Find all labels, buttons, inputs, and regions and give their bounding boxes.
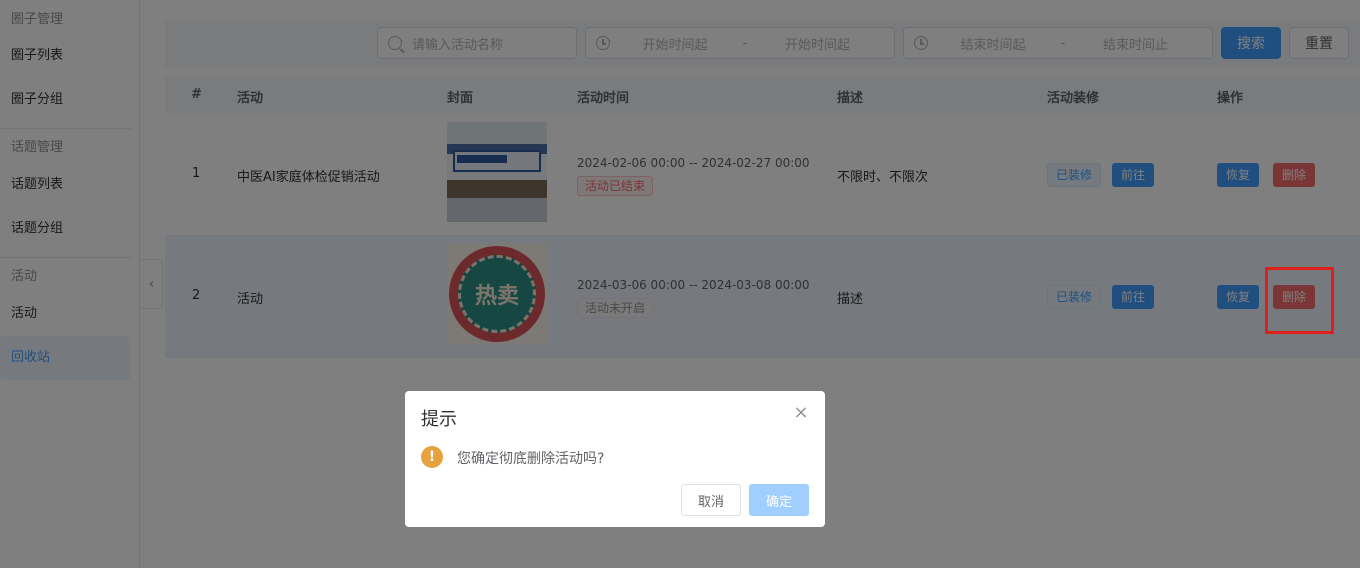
delete-button-highlight [1265, 267, 1334, 334]
close-icon[interactable]: × [793, 404, 809, 422]
warning-icon: ! [421, 446, 443, 468]
confirm-dialog: 提示 × ! 您确定彻底删除活动吗? 取消 确定 [405, 391, 825, 527]
confirm-button[interactable]: 确定 [749, 484, 809, 516]
dialog-message: 您确定彻底删除活动吗? [457, 451, 605, 467]
cancel-button[interactable]: 取消 [681, 484, 741, 516]
dialog-title: 提示 [421, 409, 457, 430]
